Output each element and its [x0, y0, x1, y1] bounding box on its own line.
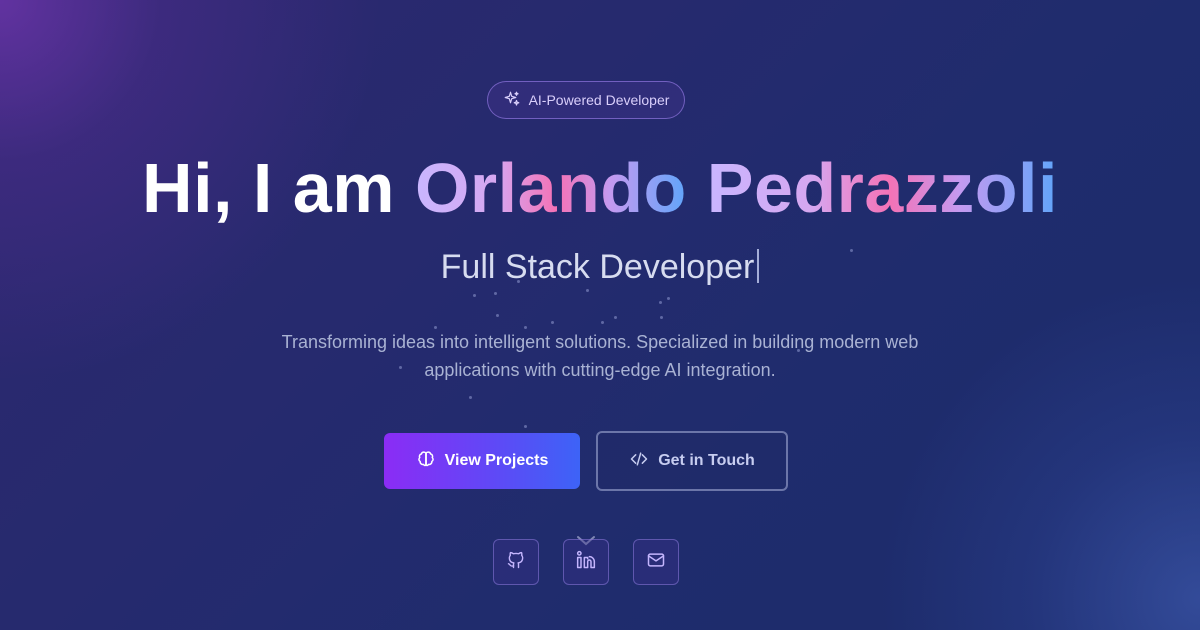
- linkedin-link[interactable]: [563, 539, 609, 585]
- particle-dot: [614, 316, 617, 319]
- particle-dot: [473, 294, 476, 297]
- mail-icon: [646, 550, 666, 575]
- role-subtitle: Full Stack Developer: [0, 247, 1200, 287]
- typing-cursor: [757, 249, 760, 283]
- particle-dot: [660, 316, 663, 319]
- description-line-2: applications with cutting-edge AI integr…: [424, 360, 776, 380]
- github-link[interactable]: [493, 539, 539, 585]
- particle-dot: [601, 321, 604, 324]
- particle-dot: [659, 301, 662, 304]
- particle-dot: [524, 425, 527, 428]
- particle-dot: [496, 314, 499, 317]
- view-projects-button[interactable]: View Projects: [384, 433, 580, 489]
- description-line-1: Transforming ideas into intelligent solu…: [281, 332, 919, 352]
- greeting-text: Hi, I am: [142, 149, 415, 227]
- view-projects-label: View Projects: [444, 452, 549, 469]
- email-link[interactable]: [633, 539, 679, 585]
- github-icon: [506, 550, 526, 575]
- linkedin-icon: [576, 550, 596, 575]
- get-in-touch-button[interactable]: Get in Touch: [596, 431, 788, 491]
- sparkles-icon: [503, 90, 521, 111]
- role-text: Full Stack Developer: [440, 248, 755, 286]
- hero-section: AI-Powered Developer Hi, I am Orlando Pe…: [0, 0, 1200, 630]
- badge-label: AI-Powered Developer: [528, 92, 670, 108]
- particle-dot: [469, 396, 472, 399]
- last-name: Pedrazzoli: [706, 149, 1058, 227]
- code-icon: [629, 449, 649, 474]
- particle-dot: [586, 289, 589, 292]
- particle-dot: [551, 321, 554, 324]
- get-in-touch-label: Get in Touch: [658, 452, 755, 469]
- page-title: Hi, I am Orlando Pedrazzoli: [0, 150, 1200, 226]
- ai-powered-badge: AI-Powered Developer: [487, 81, 685, 119]
- brain-icon: [416, 449, 436, 474]
- first-name: Orlando: [414, 149, 687, 227]
- particle-dot: [667, 297, 670, 300]
- particle-dot: [494, 292, 497, 295]
- hero-description: Transforming ideas into intelligent solu…: [250, 328, 950, 384]
